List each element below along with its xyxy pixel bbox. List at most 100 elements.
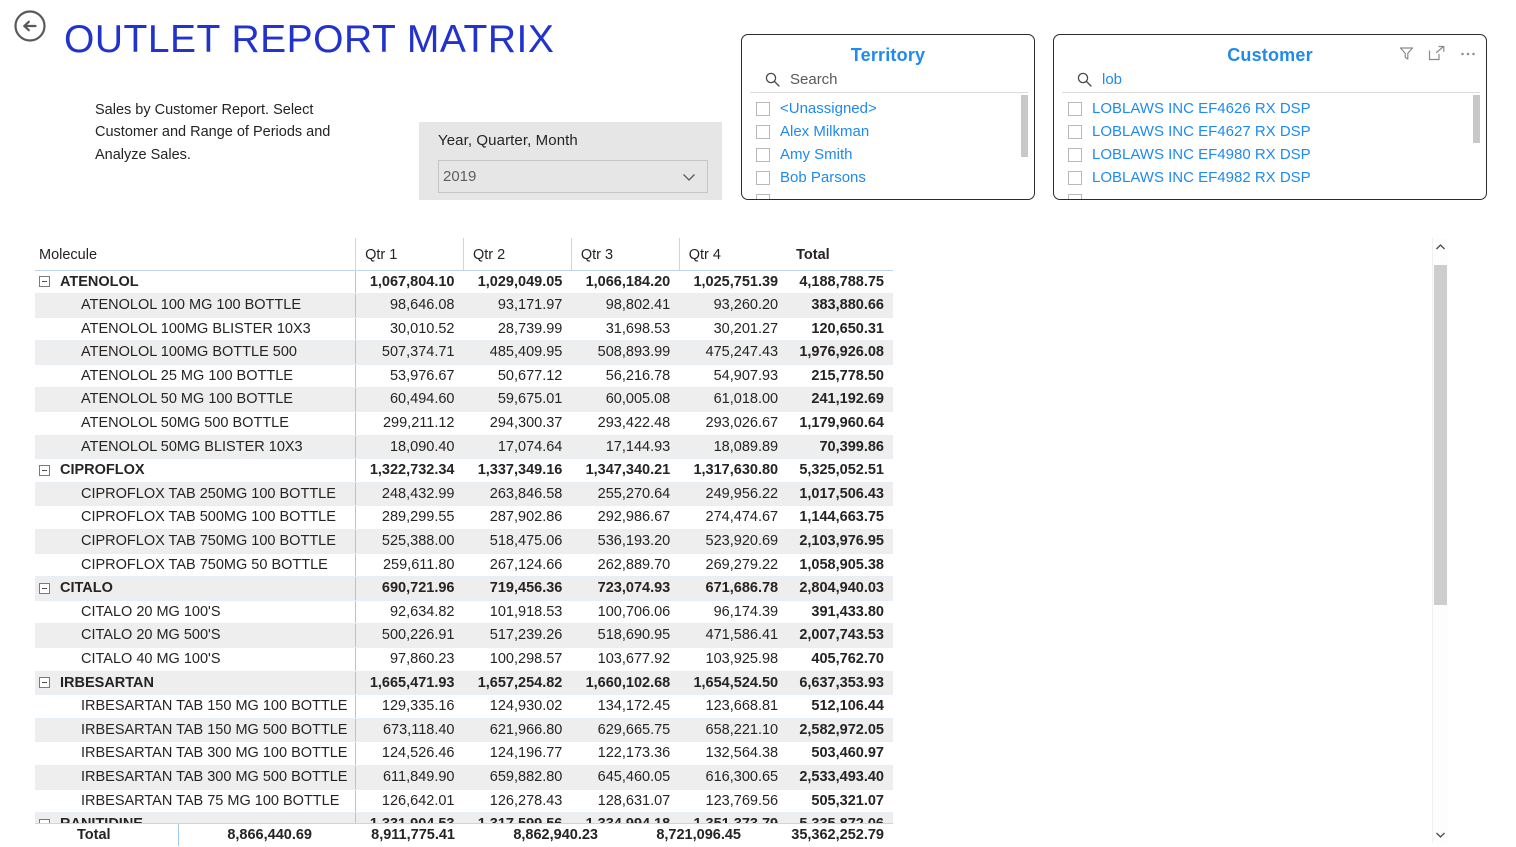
cell-qtr[interactable]: 126,642.01 — [355, 789, 464, 814]
table-row[interactable]: CIPROFLOX TAB 250MG 100 BOTTLE 248,432.99… — [35, 482, 893, 507]
cell-total[interactable]: 215,778.50 — [787, 364, 893, 389]
row-label-cell[interactable]: CIPROFLOX TAB 500MG 100 BOTTLE — [35, 505, 357, 531]
cell-qtr[interactable]: 293,026.67 — [679, 411, 788, 436]
cell-qtr[interactable]: 98,802.41 — [571, 293, 680, 318]
table-row[interactable]: ATENOLOL 50MG 500 BOTTLE 299,211.12 294,30… — [35, 411, 893, 436]
cell-qtr[interactable]: 293,422.48 — [571, 411, 680, 436]
table-row[interactable]: ATENOLOL 50 MG 100 BOTTLE 60,494.60 59,675… — [35, 387, 893, 413]
cell-qtr[interactable]: 97,860.23 — [355, 647, 464, 672]
cell-qtr[interactable]: 50,677.12 — [463, 364, 572, 389]
table-row-group[interactable]: RANITIDINE 1,331,904.531,317,599.561,334,… — [35, 812, 893, 823]
cell-qtr[interactable]: 54,907.93 — [679, 364, 788, 389]
customer-slicer[interactable]: Customer lob LOBLAWS INC EF4626 RX DSP L… — [1053, 34, 1487, 200]
list-item-partial[interactable] — [756, 189, 1034, 199]
table-row[interactable]: IRBESARTAN TAB 300 MG 100 BOTTLE 124,526.… — [35, 741, 893, 766]
list-item[interactable]: LOBLAWS INC EF4626 RX DSP — [1068, 97, 1486, 120]
cell-qtr[interactable]: 659,882.80 — [463, 765, 572, 790]
list-item[interactable]: Alex Milkman — [756, 120, 1034, 143]
cell-qtr[interactable]: 262,889.70 — [571, 553, 680, 578]
focus-mode-icon[interactable] — [1428, 45, 1446, 62]
cell-qtr[interactable]: 93,260.20 — [679, 293, 788, 318]
cell-qtr[interactable]: 292,986.67 — [571, 505, 680, 531]
cell-total[interactable]: 2,103,976.95 — [787, 529, 893, 554]
row-label-cell[interactable]: ATENOLOL 25 MG 100 BOTTLE — [35, 364, 357, 389]
list-item[interactable]: LOBLAWS INC EF4980 RX DSP — [1068, 143, 1486, 166]
table-row[interactable]: ATENOLOL 100MG BLISTER 10X3 30,010.52 28,7… — [35, 317, 893, 342]
cell-qtr[interactable]: 645,460.05 — [571, 765, 680, 790]
checkbox[interactable] — [1068, 147, 1082, 162]
matrix-vertical-scrollbar[interactable] — [1432, 238, 1448, 843]
cell-qtr[interactable]: 1,025,751.39 — [679, 270, 788, 295]
cell-qtr[interactable]: 100,298.57 — [463, 647, 572, 672]
cell-qtr[interactable]: 18,090.40 — [355, 435, 464, 460]
cell-qtr[interactable]: 1,331,904.53 — [355, 812, 464, 823]
checkbox[interactable] — [756, 101, 770, 116]
table-row-group[interactable]: CITALO 690,721.96 719,456.36 723,074.93 671,… — [35, 576, 893, 601]
cell-qtr[interactable]: 611,849.90 — [355, 765, 464, 790]
cell-total[interactable]: 503,460.97 — [787, 741, 893, 766]
table-row-group[interactable]: CIPROFLOX 1,322,732.34 1,337,349.16 1,347,3… — [35, 458, 893, 483]
cell-qtr[interactable]: 673,118.40 — [355, 718, 464, 743]
cell-qtr[interactable]: 1,660,102.68 — [571, 671, 680, 696]
customer-search-input[interactable]: lob — [1102, 71, 1122, 88]
cell-qtr[interactable]: 671,686.78 — [679, 576, 788, 601]
cell-qtr[interactable]: 719,456.36 — [463, 576, 572, 601]
cell-qtr[interactable]: 53,976.67 — [355, 364, 464, 389]
table-row[interactable]: IRBESARTAN TAB 150 MG 500 BOTTLE 673,118.… — [35, 718, 893, 743]
cell-qtr[interactable]: 28,739.99 — [463, 317, 572, 342]
cell-qtr[interactable]: 30,201.27 — [679, 317, 788, 342]
list-item[interactable]: <Unassigned> — [756, 97, 1034, 120]
cell-total[interactable]: 2,533,493.40 — [787, 765, 893, 790]
column-header-qtr[interactable]: Qtr 4 — [678, 238, 788, 271]
cell-qtr[interactable]: 518,475.06 — [463, 529, 572, 554]
scrollbar-thumb[interactable] — [1021, 95, 1028, 157]
scrollbar-thumb[interactable] — [1434, 265, 1447, 605]
cell-qtr[interactable]: 259,611.80 — [355, 553, 464, 578]
cell-qtr[interactable]: 1,322,732.34 — [355, 458, 464, 483]
table-row[interactable]: IRBESARTAN TAB 300 MG 500 BOTTLE 611,849.… — [35, 765, 893, 790]
cell-qtr[interactable]: 500,226.91 — [355, 623, 464, 648]
cell-qtr[interactable]: 132,564.38 — [679, 741, 788, 766]
collapse-minus-icon[interactable] — [39, 276, 50, 288]
cell-qtr[interactable]: 129,335.16 — [355, 694, 464, 719]
territory-search-box[interactable]: Search — [750, 69, 1028, 93]
customer-item-list[interactable]: LOBLAWS INC EF4626 RX DSP LOBLAWS INC EF… — [1054, 93, 1486, 199]
cell-qtr[interactable]: 508,893.99 — [571, 340, 680, 365]
cell-qtr[interactable]: 17,144.93 — [571, 435, 680, 460]
row-label-cell[interactable]: CITALO — [35, 576, 357, 601]
table-row[interactable]: CITALO 40 MG 100'S 97,860.23 100,298.57 103… — [35, 647, 893, 672]
back-button[interactable] — [12, 8, 48, 44]
cell-qtr[interactable]: 263,846.58 — [463, 482, 572, 507]
cell-qtr[interactable]: 61,018.00 — [679, 387, 788, 413]
scrollbar-track[interactable] — [1434, 255, 1447, 826]
cell-total[interactable]: 5,335,872.06 — [787, 812, 893, 823]
table-row[interactable]: IRBESARTAN TAB 75 MG 100 BOTTLE 126,642.0… — [35, 789, 893, 814]
checkbox[interactable] — [756, 147, 770, 162]
cell-qtr[interactable]: 267,124.66 — [463, 553, 572, 578]
cell-qtr[interactable]: 723,074.93 — [571, 576, 680, 601]
cell-total[interactable]: 2,007,743.53 — [787, 623, 893, 648]
cell-qtr[interactable]: 616,300.65 — [679, 765, 788, 790]
row-label-cell[interactable]: ATENOLOL — [35, 270, 357, 295]
cell-qtr[interactable]: 274,474.67 — [679, 505, 788, 531]
row-label-cell[interactable]: IRBESARTAN TAB 300 MG 100 BOTTLE — [35, 741, 357, 766]
table-row[interactable]: CIPROFLOX TAB 500MG 100 BOTTLE 289,299.55… — [35, 505, 893, 531]
cell-qtr[interactable]: 299,211.12 — [355, 411, 464, 436]
filter-icon[interactable] — [1398, 45, 1415, 62]
checkbox[interactable] — [1068, 101, 1082, 116]
cell-qtr[interactable]: 1,029,049.05 — [463, 270, 572, 295]
column-header-qtr[interactable]: Qtr 3 — [570, 238, 680, 271]
cell-total[interactable]: 391,433.80 — [787, 600, 893, 625]
more-options-icon[interactable] — [1459, 45, 1477, 62]
cell-qtr[interactable]: 289,299.55 — [355, 505, 464, 531]
period-slicer[interactable]: Year, Quarter, Month 2019 — [419, 122, 722, 200]
cell-total[interactable]: 1,976,926.08 — [787, 340, 893, 365]
cell-qtr[interactable]: 92,634.82 — [355, 600, 464, 625]
cell-qtr[interactable]: 134,172.45 — [571, 694, 680, 719]
cell-total[interactable]: 505,321.07 — [787, 789, 893, 814]
row-label-cell[interactable]: IRBESARTAN TAB 150 MG 100 BOTTLE — [35, 694, 357, 719]
list-item[interactable]: LOBLAWS INC EF4627 RX DSP — [1068, 120, 1486, 143]
cell-qtr[interactable]: 98,646.08 — [355, 293, 464, 318]
scroll-up-button[interactable] — [1433, 238, 1449, 255]
cell-qtr[interactable]: 30,010.52 — [355, 317, 464, 342]
